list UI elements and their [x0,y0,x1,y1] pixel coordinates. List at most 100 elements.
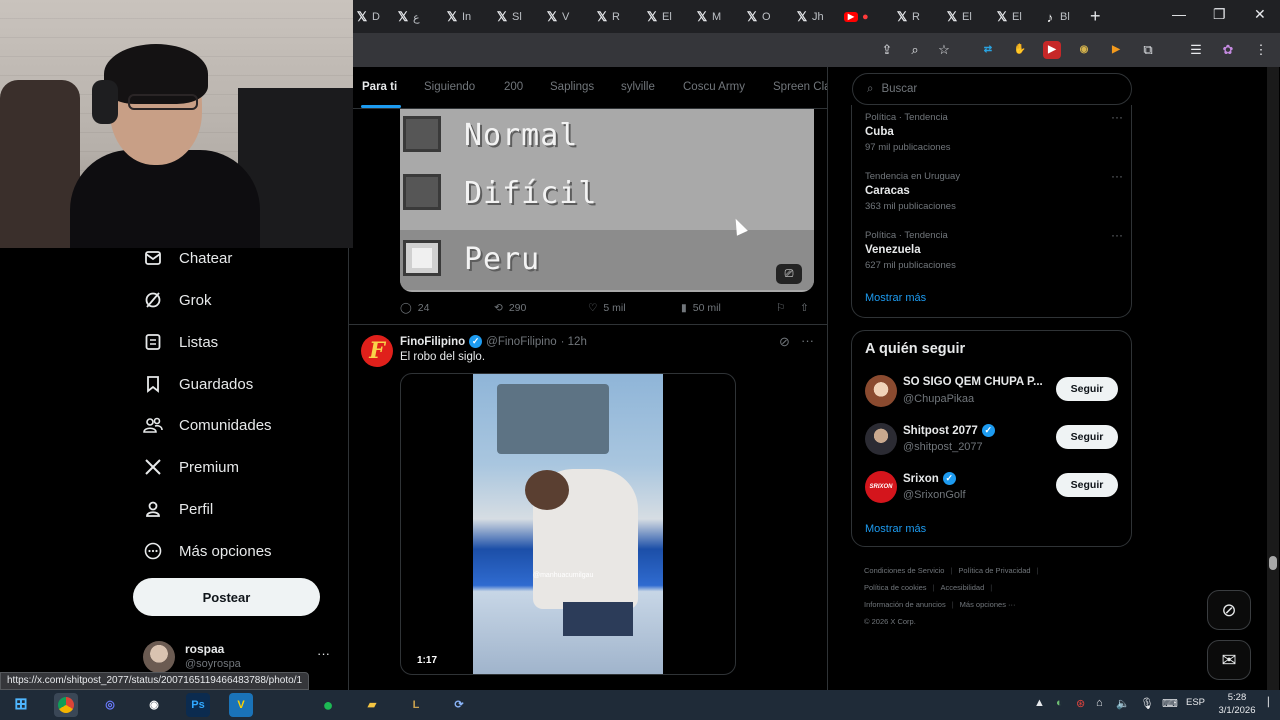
tab-sylville[interactable]: sylville [621,81,655,93]
tweet-time[interactable]: · 12h [561,336,587,348]
scrollbar-thumb[interactable] [1269,556,1277,570]
trend-item[interactable]: Política · Tendencia Cuba 97 mil publica… [865,110,1125,162]
tab-para-ti[interactable]: Para ti [362,81,397,93]
more-icon[interactable]: ··· [1111,110,1123,124]
trend-item[interactable]: Política · Tendencia Venezuela 627 mil p… [865,228,1125,280]
network-icon[interactable]: ⌂ [1096,697,1103,709]
follow-button[interactable]: Seguir [1056,473,1118,497]
footer-link[interactable]: Política de cookies [864,583,927,592]
tab-200[interactable]: 200 [504,81,523,93]
author-handle[interactable]: @FinoFilipino [486,336,556,348]
author-name[interactable]: FinoFilipino [400,336,465,348]
clock[interactable]: 5:28 3/1/2026 [1214,691,1260,717]
discord-icon[interactable]: ◎ [98,693,122,717]
extension-icon[interactable]: ✋ [1011,41,1029,59]
windows-start-icon[interactable]: ⊞ [9,693,33,717]
photoshop-icon[interactable]: Ps [186,693,210,717]
sidebar-item-guardados[interactable]: Guardados [143,369,253,399]
avatar[interactable]: F [361,335,393,367]
address-bar[interactable] [353,38,873,62]
more-icon[interactable]: ··· [1111,228,1123,242]
follow-button[interactable]: Seguir [1056,377,1118,401]
sidebar-item-listas[interactable]: Listas [143,327,218,357]
video-player[interactable]: @manhuacumilgau 1:17 [400,373,736,675]
minimize-icon[interactable]: — [1172,6,1186,22]
extension-icon[interactable]: ▶ [1107,41,1125,59]
file-explorer-icon[interactable]: ▰ [360,693,384,717]
tweet[interactable]: F FinoFilipino ✓ @FinoFilipino · 12h ⊘ ·… [349,325,827,690]
browser-tab[interactable]: 𝕏 El [946,6,994,28]
volume-icon[interactable]: 🔈 [1116,697,1130,710]
browser-tab[interactable]: 𝕏 Jh [796,6,844,28]
browser-tab[interactable]: 𝕏V [546,6,594,28]
tray-app-icon[interactable]: ◐ [1056,697,1063,709]
account-more-icon[interactable]: ··· [317,646,330,661]
browser-tab[interactable]: 𝕏 El [646,6,694,28]
install-app-icon[interactable]: ⇪ [878,41,896,59]
extension-icon[interactable]: ⇄ [979,41,997,59]
tab-spreen[interactable]: Spreen Cla [773,81,827,93]
follow-suggestion[interactable]: SO SIGO QEM CHUPA P... @ChupaPikaa Segui… [865,373,1125,407]
keyboard-icon[interactable]: ⌨ [1162,697,1178,710]
like-button[interactable]: ♡ 5 mil [588,302,626,314]
footer-link[interactable]: Información de anuncios [864,600,946,609]
browser-menu-icon[interactable]: ⋮ [1252,41,1270,59]
footer-link[interactable]: Accesibilidad [941,583,985,592]
obs-icon[interactable]: ◉ [142,693,166,717]
scrollbar[interactable] [1267,67,1279,690]
show-more-link[interactable]: Mostrar más [865,292,926,304]
share-button[interactable]: ⇧ [800,302,809,314]
trend-item[interactable]: Tendencia en Uruguay Caracas 363 mil pub… [865,169,1125,221]
search-input[interactable]: ⌕ Buscar [852,73,1132,105]
sidebar-item-perfil[interactable]: Perfil [143,494,213,524]
more-icon[interactable]: ··· [801,333,814,348]
browser-tab[interactable]: 𝕏M [696,6,744,28]
microphone-icon[interactable]: 🎙 [1140,697,1154,710]
tab-coscu-army[interactable]: Coscu Army [683,81,745,93]
chrome-icon[interactable] [54,693,78,717]
profile-avatar-icon[interactable]: ✿ [1219,41,1237,59]
browser-tab[interactable]: 𝕏R [596,6,644,28]
grok-fab-button[interactable]: ⊘ [1207,590,1251,630]
messages-fab-button[interactable]: ✉ [1207,640,1251,680]
browser-tab[interactable]: 𝕏O [746,6,794,28]
repost-button[interactable]: ⟲ 290 [494,302,526,314]
show-more-link[interactable]: Mostrar más [865,523,926,535]
browser-tab[interactable]: 𝕏R [896,6,944,28]
tweet-media-image[interactable]: Normal Difícil Peru ⎚ [400,108,814,292]
browser-tab-active[interactable]: ♪ Bl [1044,6,1092,28]
sidebar-item-comunidades[interactable]: Comunidades [143,410,272,440]
browser-tab[interactable]: ▶ ● [844,6,892,28]
language-indicator[interactable]: ESP [1186,697,1205,708]
post-button[interactable]: Postear [133,578,320,616]
extensions-puzzle-icon[interactable]: ⧉ [1139,41,1157,59]
follow-suggestion[interactable]: SRIXON Srixon ✓ @SrixonGolf Seguir [865,469,1125,503]
extension-icon[interactable]: ◉ [1075,41,1093,59]
footer-link[interactable]: Política de Privacidad [958,566,1030,575]
browser-tab[interactable]: 𝕏 Sl [496,6,544,28]
sidebar-item-mas-opciones[interactable]: Más opciones [143,536,272,566]
follow-suggestion[interactable]: Shitpost 2077 ✓ @shitpost_2077 Seguir [865,421,1125,455]
sidebar-item-premium[interactable]: Premium [143,452,239,482]
media-control-icon[interactable]: ☰ [1187,41,1205,59]
tray-expand-icon[interactable]: ▲ [1034,697,1045,709]
footer-link[interactable]: Condiciones de Servicio [864,566,944,575]
bookmark-button[interactable]: ⚐ [776,302,785,314]
restore-icon[interactable]: ❐ [1213,6,1226,23]
extension-icon[interactable]: ▶ [1043,41,1061,59]
views-button[interactable]: ▮ 50 mil [681,302,721,314]
follow-button[interactable]: Seguir [1056,425,1118,449]
tab-siguiendo[interactable]: Siguiendo [424,81,475,93]
grok-icon[interactable]: ⊘ [779,334,790,350]
app-icon[interactable]: ⟳ [447,693,471,717]
close-icon[interactable]: ✕ [1254,6,1266,23]
footer-link[interactable]: Más opciones ··· [960,600,1016,609]
more-icon[interactable]: ··· [1111,169,1123,183]
media-badge-icon[interactable]: ⎚ [776,264,802,284]
league-icon[interactable]: L [404,693,428,717]
tab-saplings[interactable]: Saplings [550,81,594,93]
bookmark-star-icon[interactable]: ☆ [935,41,953,59]
zoom-icon[interactable]: ⌕ [906,41,924,59]
account-switcher[interactable]: rospaa @soyrospa ··· [143,638,333,674]
browser-tab[interactable]: 𝕏 El [996,6,1044,28]
